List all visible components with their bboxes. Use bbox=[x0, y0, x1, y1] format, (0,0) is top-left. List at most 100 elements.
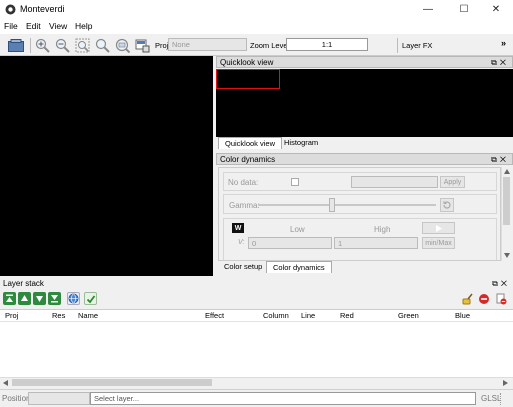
channel-white-button[interactable]: W bbox=[232, 223, 244, 233]
zoom-level-value: 1:1 bbox=[321, 40, 333, 49]
menu-view[interactable]: View bbox=[49, 21, 67, 31]
title-bar: Monteverdi — ☐ ✕ bbox=[0, 0, 513, 19]
quicklook-title: Quicklook view bbox=[220, 58, 274, 67]
layer-table-header: Proj Res Name Effect Column Line Red Gre… bbox=[0, 310, 513, 322]
maximize-icon: ☐ bbox=[459, 4, 469, 15]
proj-label: Proj bbox=[155, 41, 169, 50]
tab-quicklook-view[interactable]: Quicklook view bbox=[218, 137, 283, 149]
zoom-in-button[interactable] bbox=[34, 37, 51, 54]
minimize-icon: — bbox=[423, 4, 433, 15]
gamma-reset-button[interactable] bbox=[440, 198, 454, 212]
color-dynamics-title: Color dynamics bbox=[220, 155, 276, 164]
position-field bbox=[28, 392, 90, 405]
scroll-down-icon[interactable] bbox=[504, 253, 510, 258]
layer-table[interactable]: Proj Res Name Effect Column Line Red Gre… bbox=[0, 309, 513, 387]
tab-color-setup[interactable]: Color setup bbox=[218, 261, 268, 273]
column-header-res[interactable]: Res bbox=[49, 310, 65, 322]
move-top-button[interactable] bbox=[3, 292, 16, 305]
dock-close-icon[interactable]: ✕ bbox=[500, 155, 509, 164]
column-header-green[interactable]: Green bbox=[395, 310, 419, 322]
quicklook-dock-title: Quicklook view ⧉✕ bbox=[216, 56, 513, 68]
column-header-proj[interactable]: Proj bbox=[2, 310, 18, 322]
scroll-right-icon[interactable] bbox=[503, 380, 508, 386]
play-icon bbox=[436, 224, 442, 232]
move-down-button[interactable] bbox=[33, 292, 46, 305]
column-header-column[interactable]: Column bbox=[260, 310, 289, 322]
color-dynamics-panel: No data: Apply Gamma: W Low High V: 0 1 … bbox=[218, 167, 501, 261]
scrollbar-thumb[interactable] bbox=[503, 177, 510, 225]
size-grip-icon[interactable] bbox=[500, 393, 510, 405]
move-top-icon bbox=[6, 294, 13, 302]
no-data-checkbox[interactable] bbox=[291, 178, 299, 186]
app-logo-icon bbox=[5, 4, 16, 15]
layer-properties-button[interactable] bbox=[134, 37, 151, 54]
move-up-button[interactable] bbox=[18, 292, 31, 305]
select-layer-field[interactable]: Select layer... bbox=[90, 392, 476, 405]
menu-edit[interactable]: Edit bbox=[26, 21, 41, 31]
proj-value: None bbox=[172, 40, 190, 49]
projection-button[interactable] bbox=[67, 292, 80, 305]
tab-histogram[interactable]: Histogram bbox=[278, 137, 324, 149]
gamma-label: Gamma: bbox=[229, 201, 260, 210]
zoom-out-icon bbox=[55, 38, 70, 53]
select-layer-placeholder: Select layer... bbox=[94, 394, 140, 403]
dock-float-icon[interactable]: ⧉ bbox=[491, 155, 500, 164]
quicklook-canvas[interactable] bbox=[216, 69, 513, 137]
tab-color-dynamics[interactable]: Color dynamics bbox=[266, 261, 332, 273]
layer-stack-dock-title: Layer stack ⧉✕ bbox=[0, 278, 513, 290]
zoom-in-icon bbox=[35, 38, 50, 53]
dock-close-icon[interactable]: ✕ bbox=[501, 279, 510, 288]
proj-field: None bbox=[168, 38, 247, 51]
minimize-button[interactable]: — bbox=[411, 0, 445, 19]
minmax-button[interactable]: min/Max bbox=[422, 237, 455, 249]
column-header-red[interactable]: Red bbox=[337, 310, 354, 322]
toolbar: Proj None Zoom Level 1:1 Layer FX » bbox=[0, 34, 513, 56]
high-value: 1 bbox=[338, 239, 343, 248]
image-viewport[interactable] bbox=[0, 56, 213, 276]
zoom-out-button[interactable] bbox=[54, 37, 71, 54]
dock-float-icon[interactable]: ⧉ bbox=[491, 58, 500, 67]
checkmark-icon bbox=[86, 294, 95, 303]
dock-close-icon[interactable]: ✕ bbox=[500, 58, 509, 67]
document-remove-icon bbox=[496, 293, 506, 304]
scroll-up-icon[interactable] bbox=[504, 169, 510, 174]
menu-file[interactable]: File bbox=[4, 21, 18, 31]
column-header-line[interactable]: Line bbox=[298, 310, 315, 322]
zoom-extent-button[interactable] bbox=[74, 37, 91, 54]
low-value: 0 bbox=[252, 239, 257, 248]
no-data-value-field bbox=[351, 176, 438, 188]
toolbar-separator bbox=[397, 38, 398, 53]
layer-stack-dock: Layer stack ⧉✕ Proj Res Name Effect Colu… bbox=[0, 278, 513, 387]
apply-channel-button[interactable] bbox=[422, 222, 455, 234]
open-image-button[interactable] bbox=[6, 37, 26, 54]
status-bar: Position Select layer... GLSL bbox=[0, 389, 513, 407]
column-header-blue[interactable]: Blue bbox=[452, 310, 470, 322]
reset-layer-button[interactable] bbox=[461, 292, 474, 305]
zoom-full-button[interactable] bbox=[94, 37, 111, 54]
column-header-effect[interactable]: Effect bbox=[202, 310, 224, 322]
color-dynamics-scrollbar[interactable] bbox=[501, 167, 511, 261]
menu-help[interactable]: Help bbox=[75, 21, 92, 31]
window-title: Monteverdi bbox=[20, 4, 65, 14]
apply-button[interactable]: Apply bbox=[440, 176, 465, 188]
maximize-button[interactable]: ☐ bbox=[447, 0, 481, 19]
delete-layer-button[interactable] bbox=[477, 292, 490, 305]
column-header-name[interactable]: Name bbox=[75, 310, 98, 322]
scroll-left-icon[interactable] bbox=[3, 380, 8, 386]
move-bottom-button[interactable] bbox=[48, 292, 61, 305]
open-image-icon bbox=[8, 39, 24, 52]
glsl-label: GLSL bbox=[481, 394, 502, 403]
quicklook-viewport-rect[interactable] bbox=[216, 69, 280, 89]
layer-table-hscrollbar[interactable] bbox=[0, 377, 513, 387]
apply-all-button[interactable] bbox=[84, 292, 97, 305]
close-all-layers-button[interactable] bbox=[494, 292, 507, 305]
toolbar-overflow-icon[interactable]: » bbox=[501, 38, 506, 48]
high-value-field: 1 bbox=[334, 237, 418, 249]
scrollbar-thumb[interactable] bbox=[12, 379, 212, 386]
zoom-1to1-button[interactable] bbox=[114, 37, 131, 54]
zoom-level-input[interactable]: 1:1 bbox=[286, 38, 368, 51]
gamma-slider-handle[interactable] bbox=[329, 198, 335, 212]
gamma-slider[interactable] bbox=[258, 198, 436, 212]
close-button[interactable]: ✕ bbox=[479, 0, 513, 19]
dock-float-icon[interactable]: ⧉ bbox=[492, 279, 501, 288]
